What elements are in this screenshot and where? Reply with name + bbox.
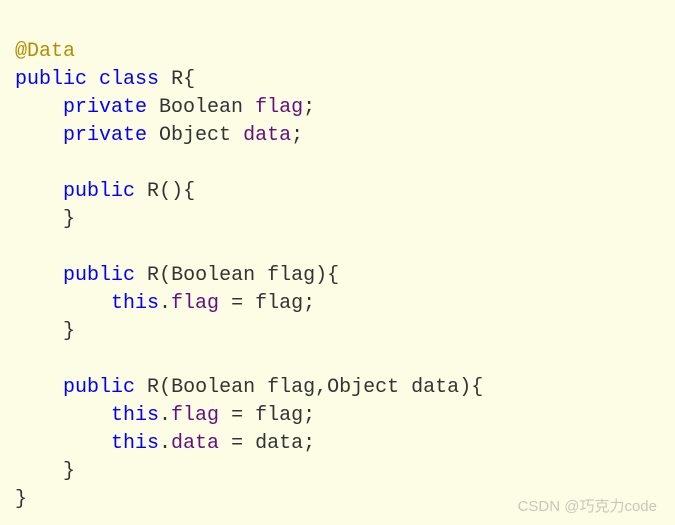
semicolon: ; [303, 292, 315, 315]
brace-open: { [183, 68, 195, 91]
field-data: data [171, 432, 219, 455]
field-flag: flag [171, 404, 219, 427]
brace-open: { [471, 376, 483, 399]
keyword-private: private [63, 96, 147, 119]
indent [15, 96, 63, 119]
constructor-name: R [147, 264, 159, 287]
paren-open: ( [159, 376, 171, 399]
indent [15, 292, 111, 315]
indent [15, 404, 111, 427]
brace-close: } [63, 208, 75, 231]
comma: , [315, 376, 327, 399]
class-name: R [171, 68, 183, 91]
indent [15, 460, 63, 483]
indent [15, 264, 63, 287]
semicolon: ; [291, 124, 303, 147]
brace-close: } [63, 320, 75, 343]
constructor-name: R [147, 180, 159, 203]
paren-close: ) [315, 264, 327, 287]
keyword-public: public [63, 264, 135, 287]
indent [15, 432, 111, 455]
equals: = [219, 292, 255, 315]
keyword-public: public [63, 180, 135, 203]
watermark: CSDN @巧克力code [518, 496, 657, 517]
params: () [159, 180, 183, 203]
field-data: data [243, 124, 291, 147]
constructor-name: R [147, 376, 159, 399]
keyword-class: class [99, 68, 159, 91]
variable: flag [255, 292, 303, 315]
paren-open: ( [159, 264, 171, 287]
indent [15, 180, 63, 203]
variable: flag [255, 404, 303, 427]
keyword-private: private [63, 124, 147, 147]
param-type: Boolean [171, 264, 255, 287]
dot: . [159, 404, 171, 427]
annotation: @Data [15, 40, 75, 63]
dot: . [159, 292, 171, 315]
param-type: Boolean [171, 376, 255, 399]
variable: data [255, 432, 303, 455]
brace-close: } [63, 460, 75, 483]
paren-close: ) [459, 376, 471, 399]
keyword-this: this [111, 404, 159, 427]
type: Boolean [159, 96, 243, 119]
indent [15, 124, 63, 147]
semicolon: ; [303, 404, 315, 427]
keyword-this: this [111, 292, 159, 315]
keyword-this: this [111, 432, 159, 455]
param-name: data [411, 376, 459, 399]
brace-open: { [183, 180, 195, 203]
type: Object [159, 124, 231, 147]
param-name: flag [267, 264, 315, 287]
field-flag: flag [171, 292, 219, 315]
param-name: flag [267, 376, 315, 399]
indent [15, 208, 63, 231]
dot: . [159, 432, 171, 455]
equals: = [219, 404, 255, 427]
keyword-public: public [15, 68, 87, 91]
brace-open: { [327, 264, 339, 287]
equals: = [219, 432, 255, 455]
keyword-public: public [63, 376, 135, 399]
indent [15, 320, 63, 343]
indent [15, 376, 63, 399]
field-flag: flag [255, 96, 303, 119]
semicolon: ; [303, 96, 315, 119]
brace-close: } [15, 488, 27, 511]
param-type: Object [327, 376, 399, 399]
code-block: @Data public class R{ private Boolean fl… [15, 10, 660, 514]
semicolon: ; [303, 432, 315, 455]
